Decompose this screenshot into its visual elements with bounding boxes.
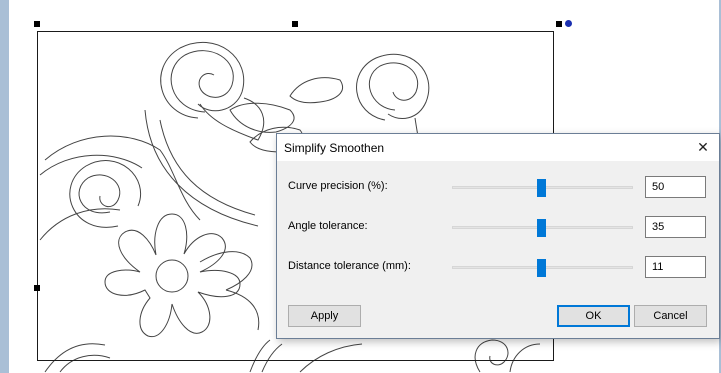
curve-precision-input[interactable]: 50 <box>645 176 706 198</box>
curve-precision-slider[interactable] <box>452 179 633 197</box>
resize-handle-top-right[interactable] <box>556 21 562 27</box>
angle-tolerance-label: Angle tolerance: <box>288 220 368 232</box>
rotation-handle-icon[interactable] <box>565 20 572 27</box>
curve-precision-slider-thumb[interactable] <box>536 179 546 197</box>
angle-tolerance-row: Angle tolerance: 35 <box>277 216 719 240</box>
distance-tolerance-row: Distance tolerance (mm): 11 <box>277 256 719 280</box>
angle-tolerance-slider-thumb[interactable] <box>536 219 546 237</box>
resize-handle-top-left[interactable] <box>34 21 40 27</box>
distance-tolerance-label: Distance tolerance (mm): <box>288 260 411 272</box>
curve-precision-label: Curve precision (%): <box>288 180 388 192</box>
distance-tolerance-input[interactable]: 11 <box>645 256 706 278</box>
distance-tolerance-slider[interactable] <box>452 259 633 277</box>
cancel-button[interactable]: Cancel <box>634 305 707 327</box>
close-icon: ✕ <box>697 139 709 155</box>
dialog-title: Simplify Smoothen <box>284 141 385 155</box>
apply-button[interactable]: Apply <box>288 305 361 327</box>
simplify-smoothen-dialog: Simplify Smoothen ✕ Curve precision (%):… <box>276 133 720 339</box>
curve-precision-row: Curve precision (%): 50 <box>277 176 719 200</box>
dialog-titlebar[interactable]: Simplify Smoothen ✕ <box>277 134 719 161</box>
distance-tolerance-slider-thumb[interactable] <box>536 259 546 277</box>
resize-handle-middle-left[interactable] <box>34 285 40 291</box>
angle-tolerance-slider[interactable] <box>452 219 633 237</box>
angle-tolerance-input[interactable]: 35 <box>645 216 706 238</box>
close-button[interactable]: ✕ <box>688 134 718 161</box>
resize-handle-top-center[interactable] <box>292 21 298 27</box>
ok-button[interactable]: OK <box>557 305 630 327</box>
